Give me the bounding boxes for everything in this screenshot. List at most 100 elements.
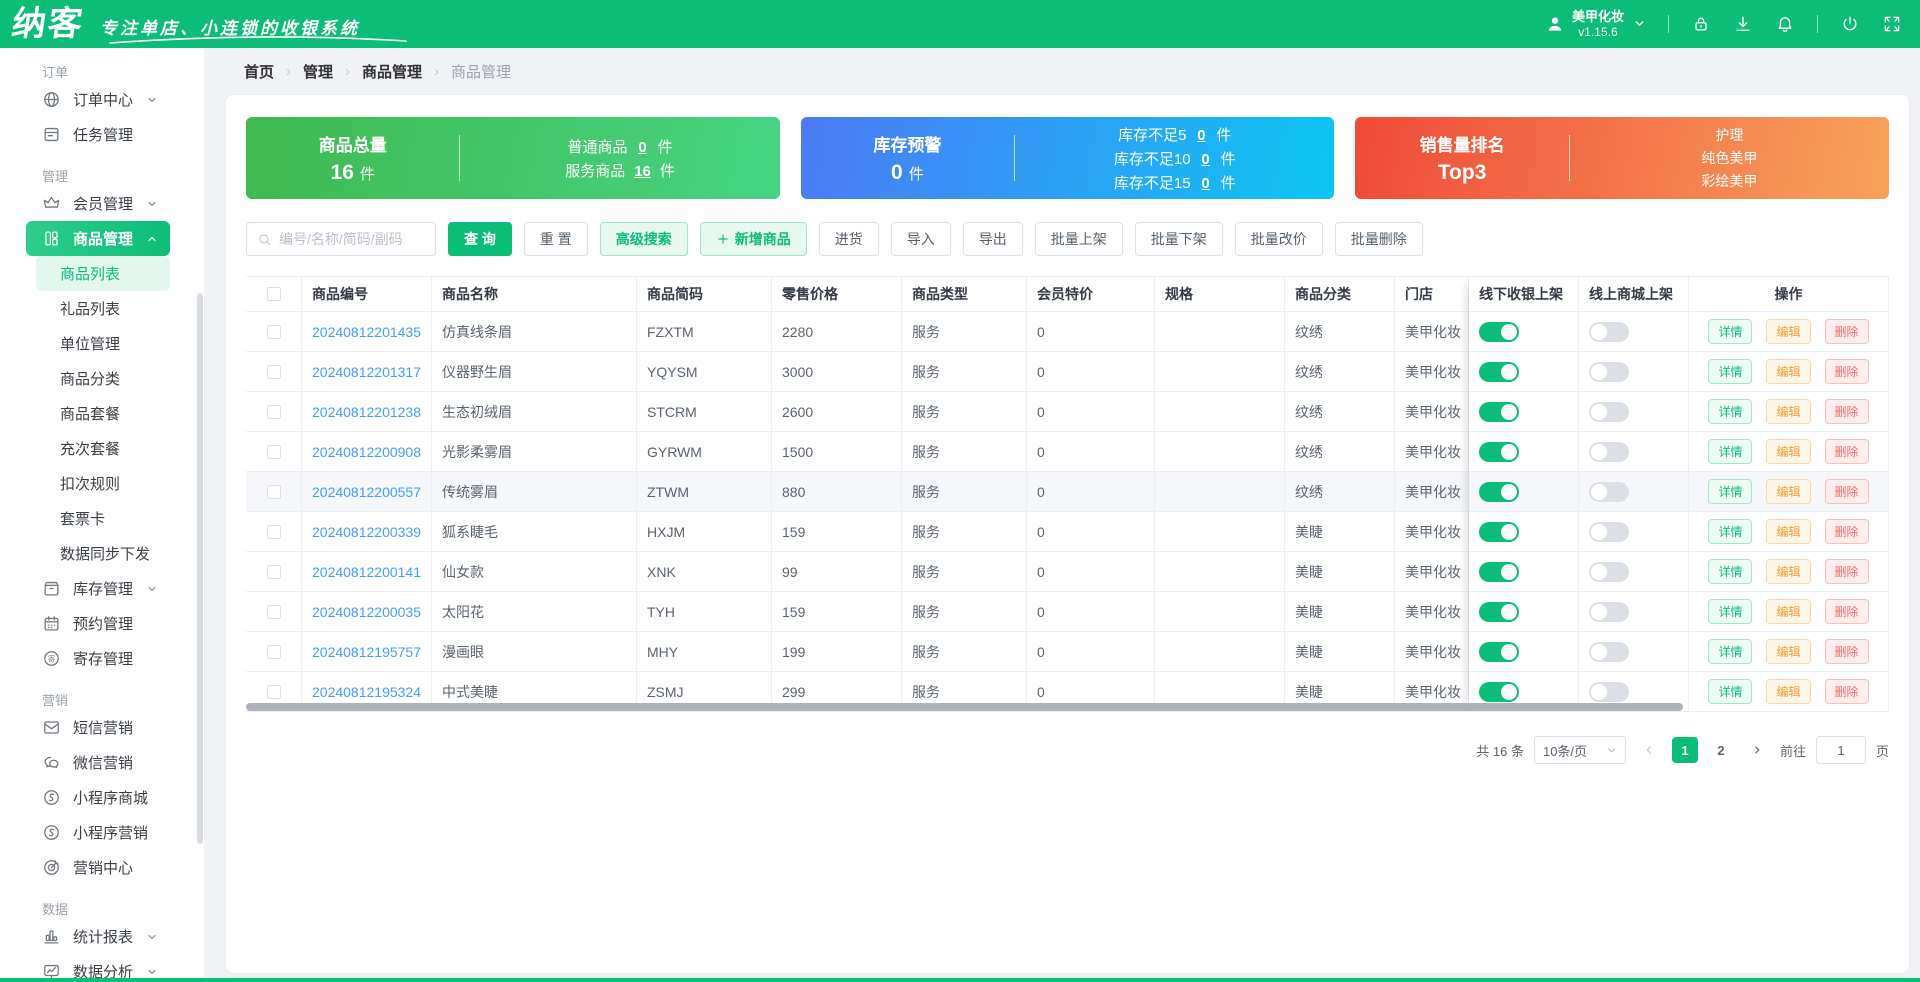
delete-button[interactable]: 删除 [1825, 359, 1869, 384]
toolbar-button[interactable]: 进货 [819, 222, 879, 256]
prev-page-button[interactable] [1636, 737, 1662, 763]
edit-button[interactable]: 编辑 [1766, 479, 1810, 504]
row-checkbox[interactable] [267, 325, 281, 339]
product-code-link[interactable]: 20240812200035 [312, 604, 421, 620]
product-code-link[interactable]: 20240812195757 [312, 644, 421, 660]
product-code-link[interactable]: 20240812195324 [312, 684, 421, 700]
product-code-link[interactable]: 20240812201435 [312, 324, 421, 340]
toolbar-button[interactable]: 新增商品 [700, 222, 807, 256]
online-mall-toggle[interactable] [1589, 642, 1629, 662]
detail-button[interactable]: 详情 [1708, 479, 1752, 504]
offline-cash-toggle[interactable] [1479, 322, 1519, 342]
sidebar-subitem[interactable]: 商品分类 [36, 361, 170, 396]
offline-cash-toggle[interactable] [1479, 682, 1519, 702]
offline-cash-toggle[interactable] [1479, 402, 1519, 422]
toolbar-button[interactable]: 导出 [963, 222, 1023, 256]
online-mall-toggle[interactable] [1589, 522, 1629, 542]
sidebar-item[interactable]: 寄寄存管理 [26, 641, 170, 676]
delete-button[interactable]: 删除 [1825, 679, 1869, 704]
sidebar-subitem[interactable]: 商品列表 [36, 256, 170, 291]
toolbar-button[interactable]: 批量上架 [1035, 222, 1123, 256]
next-page-button[interactable] [1744, 737, 1770, 763]
detail-button[interactable]: 详情 [1708, 679, 1752, 704]
online-mall-toggle[interactable] [1589, 402, 1629, 422]
offline-cash-toggle[interactable] [1479, 482, 1519, 502]
sidebar-subitem[interactable]: 商品套餐 [36, 396, 170, 431]
toolbar-button[interactable]: 批量删除 [1335, 222, 1423, 256]
toolbar-button[interactable]: 查 询 [448, 222, 512, 256]
breadcrumb-item[interactable]: 管理 [303, 61, 333, 82]
product-code-link[interactable]: 20240812201317 [312, 364, 421, 380]
sidebar-item[interactable]: 短信营销 [26, 710, 170, 745]
offline-cash-toggle[interactable] [1479, 602, 1519, 622]
sidebar-item[interactable]: 统计报表 [26, 919, 170, 954]
product-code-link[interactable]: 20240812200908 [312, 444, 421, 460]
sidebar-item[interactable]: 商品管理 [26, 221, 170, 256]
toolbar-button[interactable]: 批量下架 [1135, 222, 1223, 256]
edit-button[interactable]: 编辑 [1766, 519, 1810, 544]
account-menu[interactable]: 美甲化妆 v1.15.6 [1545, 9, 1646, 39]
product-code-link[interactable]: 20240812200557 [312, 484, 421, 500]
sidebar-subitem[interactable]: 套票卡 [36, 501, 170, 536]
edit-button[interactable]: 编辑 [1766, 599, 1810, 624]
delete-button[interactable]: 删除 [1825, 479, 1869, 504]
toolbar-button[interactable]: 导入 [891, 222, 951, 256]
sidebar-item[interactable]: 微信营销 [26, 745, 170, 780]
online-mall-toggle[interactable] [1589, 562, 1629, 582]
row-checkbox[interactable] [267, 405, 281, 419]
product-code-link[interactable]: 20240812200339 [312, 524, 421, 540]
sidebar-item[interactable]: 会员管理 [26, 186, 170, 221]
horizontal-scroll-thumb[interactable] [246, 703, 1683, 711]
bell-icon[interactable] [1775, 14, 1795, 34]
edit-button[interactable]: 编辑 [1766, 319, 1810, 344]
delete-button[interactable]: 删除 [1825, 599, 1869, 624]
delete-button[interactable]: 删除 [1825, 559, 1869, 584]
breadcrumb-item[interactable]: 首页 [244, 61, 274, 82]
row-checkbox[interactable] [267, 485, 281, 499]
sidebar-item[interactable]: 营销中心 [26, 850, 170, 885]
offline-cash-toggle[interactable] [1479, 442, 1519, 462]
detail-button[interactable]: 详情 [1708, 599, 1752, 624]
detail-button[interactable]: 详情 [1708, 359, 1752, 384]
lock-icon[interactable] [1691, 14, 1711, 34]
toolbar-button[interactable]: 重 置 [524, 222, 588, 256]
edit-button[interactable]: 编辑 [1766, 679, 1810, 704]
sidebar-scroll-thumb[interactable] [197, 293, 203, 844]
page-button[interactable]: 1 [1672, 737, 1698, 763]
row-checkbox[interactable] [267, 685, 281, 699]
detail-button[interactable]: 详情 [1708, 639, 1752, 664]
sidebar-item[interactable]: 小程序营销 [26, 815, 170, 850]
edit-button[interactable]: 编辑 [1766, 639, 1810, 664]
offline-cash-toggle[interactable] [1479, 642, 1519, 662]
online-mall-toggle[interactable] [1589, 442, 1629, 462]
toolbar-button[interactable]: 批量改价 [1235, 222, 1323, 256]
delete-button[interactable]: 删除 [1825, 519, 1869, 544]
toolbar-button[interactable]: 高级搜索 [600, 222, 688, 256]
sidebar-subitem[interactable]: 数据同步下发 [36, 536, 170, 571]
edit-button[interactable]: 编辑 [1766, 359, 1810, 384]
sidebar-subitem[interactable]: 充次套餐 [36, 431, 170, 466]
delete-button[interactable]: 删除 [1825, 399, 1869, 424]
sidebar-item[interactable]: 任务管理 [26, 117, 170, 152]
delete-button[interactable]: 删除 [1825, 639, 1869, 664]
download-icon[interactable] [1733, 14, 1753, 34]
edit-button[interactable]: 编辑 [1766, 439, 1810, 464]
offline-cash-toggle[interactable] [1479, 522, 1519, 542]
offline-cash-toggle[interactable] [1479, 362, 1519, 382]
detail-button[interactable]: 详情 [1708, 319, 1752, 344]
sidebar-subitem[interactable]: 礼品列表 [36, 291, 170, 326]
online-mall-toggle[interactable] [1589, 482, 1629, 502]
sidebar-item[interactable]: 小程序商城 [26, 780, 170, 815]
sidebar-item[interactable]: 订单中心 [26, 82, 170, 117]
row-checkbox[interactable] [267, 365, 281, 379]
product-code-link[interactable]: 20240812201238 [312, 404, 421, 420]
fullscreen-icon[interactable] [1882, 14, 1902, 34]
select-all-checkbox[interactable] [267, 287, 281, 301]
product-code-link[interactable]: 20240812200141 [312, 564, 421, 580]
online-mall-toggle[interactable] [1589, 682, 1629, 702]
search-input[interactable] [279, 231, 425, 247]
online-mall-toggle[interactable] [1589, 322, 1629, 342]
edit-button[interactable]: 编辑 [1766, 399, 1810, 424]
row-checkbox[interactable] [267, 445, 281, 459]
row-checkbox[interactable] [267, 565, 281, 579]
